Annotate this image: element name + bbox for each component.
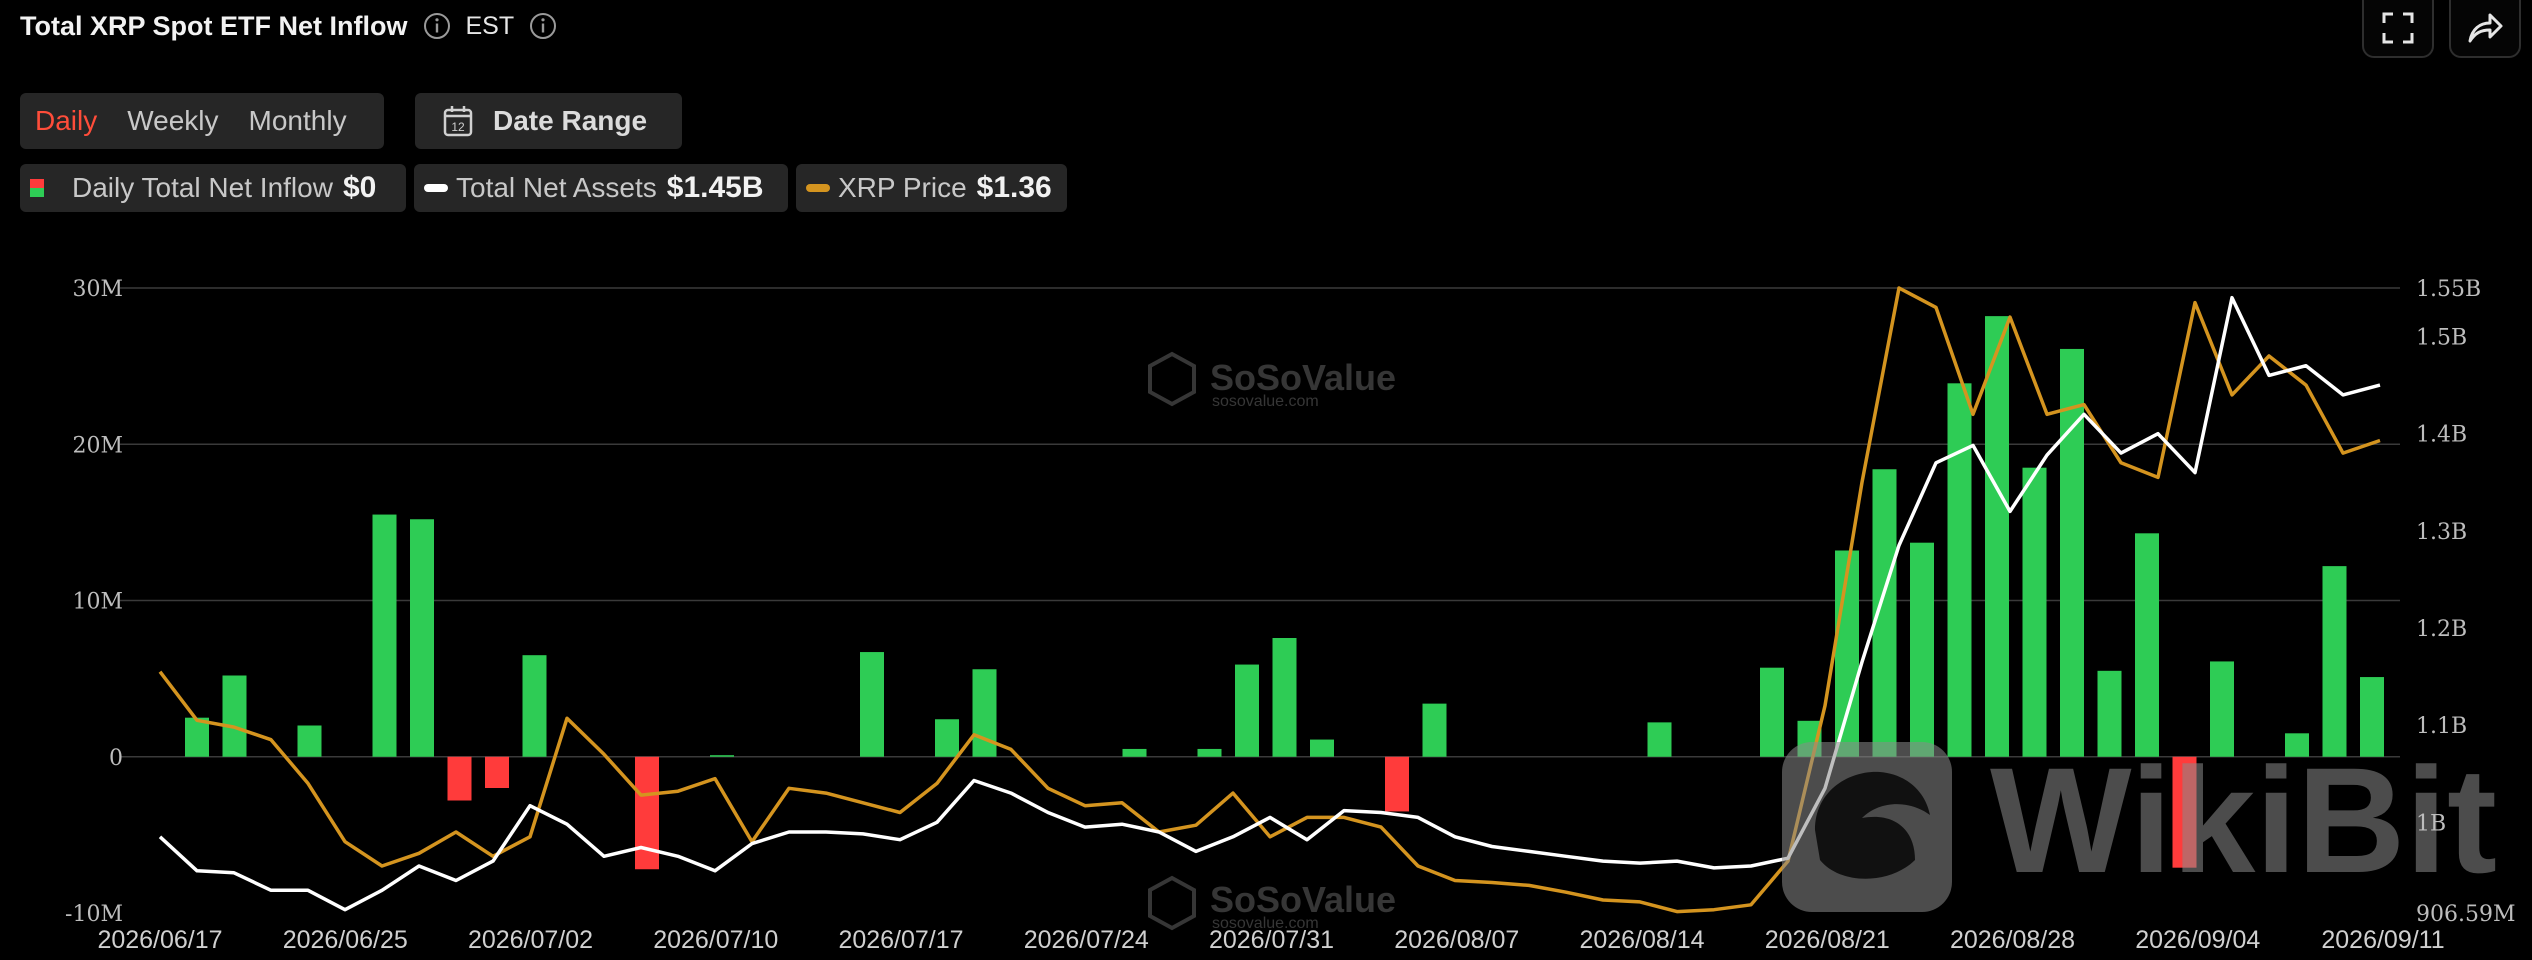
inflow-bar-5 — [372, 514, 397, 757]
x-tick-label-12: 2026/09/11 — [2321, 926, 2444, 954]
left-tick-label-2: 10M — [72, 590, 123, 615]
inflow-bar-3 — [297, 725, 322, 757]
inflow-bar-33 — [1422, 703, 1447, 757]
inflow-bar-52 — [2135, 533, 2159, 757]
x-tick-label-11: 2026/09/04 — [2135, 926, 2260, 954]
right-tick-label-1: 1B — [2416, 811, 2446, 836]
inflow-bar-27 — [1197, 748, 1222, 757]
right-tick-label-2: 1.1B — [2416, 714, 2467, 739]
right-tick-label-4: 1.3B — [2416, 520, 2467, 545]
watermark-domain-top: sosovalue.com — [1212, 393, 1319, 410]
inflow-bar-25 — [1122, 748, 1147, 757]
inflow-bar-30 — [1310, 739, 1334, 757]
inflow-bar-14 — [710, 755, 734, 757]
right-tick-label-6: 1.5B — [2416, 326, 2467, 351]
inflow-bar-28 — [1235, 664, 1259, 757]
x-tick-label-5: 2026/07/24 — [1024, 926, 1149, 954]
right-tick-label-7: 1.55B — [2416, 277, 2481, 302]
inflow-bar-18 — [860, 652, 884, 757]
x-tick-label-2: 2026/07/02 — [468, 926, 593, 954]
left-tick-label-1: 0 — [109, 746, 123, 771]
watermark-brand-bottom: SoSoValue — [1210, 879, 1396, 920]
inflow-bar-39 — [1647, 722, 1672, 757]
wikibit-watermark: WikiBit — [1782, 736, 2497, 912]
inflow-bar-8 — [485, 756, 509, 788]
inflow-bar-7 — [447, 756, 472, 801]
x-tick-label-1: 2026/06/25 — [283, 926, 408, 954]
sosovalue-watermark-bottom: SoSoValue sosovalue.com — [1148, 875, 1396, 932]
watermark-brand-top: SoSoValue — [1210, 357, 1396, 398]
x-tick-label-0: 2026/06/17 — [97, 926, 222, 954]
sosovalue-watermark-top: SoSoValue sosovalue.com — [1148, 351, 1396, 410]
inflow-bar-20 — [935, 719, 959, 757]
x-tick-label-9: 2026/08/21 — [1765, 926, 1890, 954]
left-tick-label-4: 30M — [72, 277, 123, 302]
inflow-bar-57 — [2322, 566, 2347, 757]
inflow-bar-32 — [1385, 756, 1409, 812]
right-tick-label-0: 906.59M — [2416, 902, 2516, 927]
left-tick-label-0: -10M — [65, 902, 123, 927]
inflow-bar-49 — [2022, 467, 2047, 757]
inflow-bar-1 — [222, 675, 247, 757]
inflow-bar-46 — [1910, 542, 1934, 757]
right-tick-label-3: 1.2B — [2416, 617, 2467, 642]
right-tick-label-5: 1.4B — [2416, 423, 2467, 448]
x-tick-label-3: 2026/07/10 — [653, 926, 778, 954]
x-tick-label-6: 2026/07/31 — [1209, 926, 1334, 954]
inflow-bar-47 — [1947, 383, 1972, 757]
chart-area: SoSoValue sosovalue.com SoSoValue sosova… — [65, 277, 2516, 954]
left-tick-label-3: 20M — [72, 433, 123, 458]
x-tick-label-7: 2026/08/07 — [1394, 926, 1519, 954]
inflow-bar-42 — [1760, 667, 1784, 757]
inflow-bar-6 — [410, 519, 434, 757]
inflow-bar-48 — [1985, 316, 2009, 757]
x-tick-label-8: 2026/08/14 — [1579, 926, 1704, 954]
inflow-bar-9 — [522, 655, 547, 757]
x-tick-label-10: 2026/08/28 — [1950, 926, 2075, 954]
x-tick-label-4: 2026/07/17 — [838, 926, 963, 954]
inflow-bar-29 — [1272, 638, 1297, 757]
